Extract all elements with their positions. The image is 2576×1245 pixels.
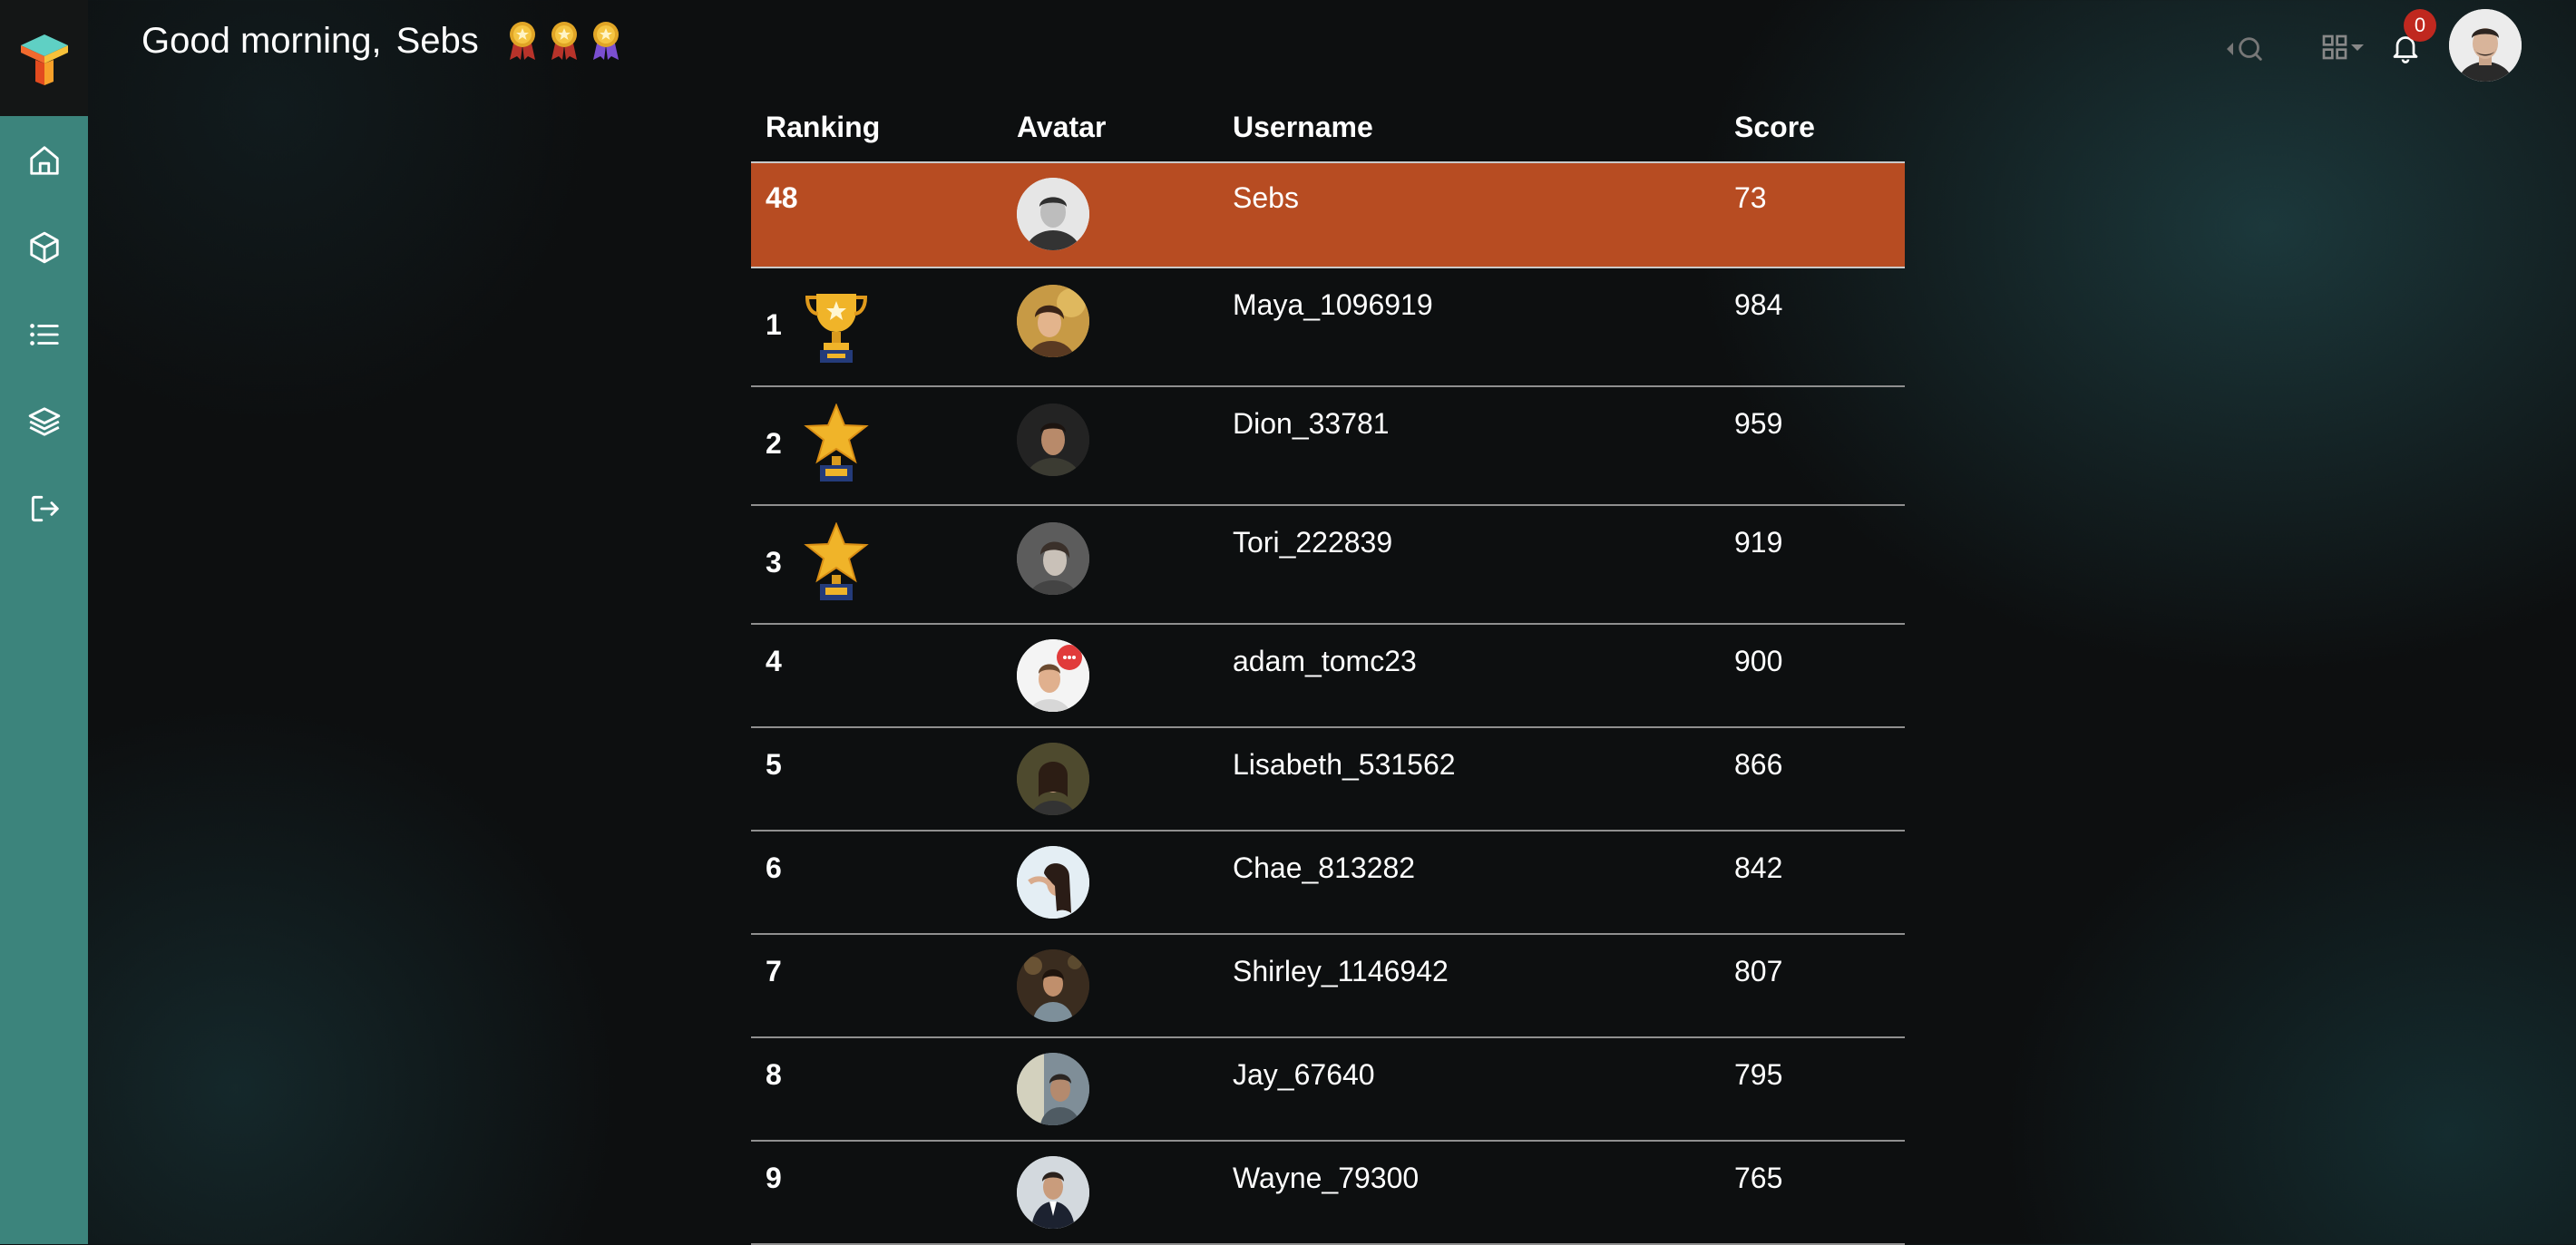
table-row[interactable]: 1 Maya_1096919 984 [751,268,1905,387]
column-header-ranking[interactable]: Ranking [766,111,880,144]
table-row[interactable]: 2 Dion_33781 959 [751,387,1905,506]
score: 959 [1734,407,1783,440]
username: Tori_222839 [1233,526,1393,559]
app-logo[interactable] [0,0,88,116]
username: Jay_67640 [1233,1058,1375,1091]
search-toggle[interactable] [2213,31,2277,67]
column-header-username[interactable]: Username [1233,111,1373,144]
username: Shirley_1146942 [1233,955,1449,987]
leaderboard-table: Ranking Avatar Username Score 48 Sebs 73… [751,94,1905,1245]
score: 984 [1734,288,1783,321]
table-header: Ranking Avatar Username Score [751,94,1905,161]
current-user-row[interactable]: 48 Sebs 73 [751,161,1905,268]
gold-medal-icon [551,22,577,60]
layers-icon [28,407,60,436]
apps-menu-button[interactable] [2311,29,2375,65]
rank-number: 5 [766,748,782,781]
score: 900 [1734,645,1783,677]
table-row[interactable]: 3 Tori_222839 919 [751,506,1905,625]
table-row[interactable]: 7 Shirley_1146942 807 [751,935,1905,1038]
rank-number: 7 [766,955,782,987]
search-icon [2239,37,2262,61]
score: 795 [1734,1058,1783,1091]
table-row[interactable]: 8 Jay_67640 795 [751,1038,1905,1142]
score: 765 [1734,1162,1783,1194]
avatar[interactable] [1017,285,1089,357]
rank-number: 4 [766,645,782,677]
star-trophy-icon [804,522,869,600]
greeting-header: Good morning, Sebs [141,20,624,62]
rank-number: 2 [766,427,782,460]
rank-number: 8 [766,1058,782,1091]
score: 866 [1734,748,1783,781]
username: Lisabeth_531562 [1233,748,1456,781]
greeting-username: Sebs [395,20,479,61]
avatar[interactable] [1017,404,1089,476]
username: Chae_813282 [1233,851,1416,884]
box-icon [29,231,59,264]
avatar[interactable] [1017,949,1089,1022]
score: 73 [1734,181,1767,214]
score: 919 [1734,526,1783,559]
gold-medal-icon [509,22,535,60]
achievement-medals [504,20,624,62]
sidebar-item-home[interactable] [0,128,88,193]
list-icon [29,324,59,345]
username: Wayne_79300 [1233,1162,1420,1194]
chevron-left-icon [2227,43,2233,55]
rank-number: 6 [766,851,782,884]
notification-badge: 0 [2404,9,2436,42]
sidebar-item-products[interactable] [0,215,88,280]
caret-down-icon [2351,44,2364,51]
home-icon [29,146,59,175]
avatar[interactable] [1017,639,1089,712]
greeting-text: Good morning, [141,20,382,61]
username: Dion_33781 [1233,407,1390,440]
avatar[interactable] [1017,1053,1089,1125]
sidebar-item-layers[interactable] [0,389,88,454]
trophy-cup-icon [805,294,868,363]
score: 842 [1734,851,1783,884]
grid-icon [2322,34,2347,60]
score: 807 [1734,955,1783,987]
rank-number: 9 [766,1162,782,1194]
logout-icon [31,495,59,522]
sidebar-item-list[interactable] [0,302,88,367]
star-trophy-icon [804,404,869,481]
avatar[interactable] [1017,846,1089,919]
avatar[interactable] [1017,1156,1089,1229]
username: adam_tomc23 [1233,645,1417,677]
table-row[interactable]: 5 Lisabeth_531562 866 [751,728,1905,832]
sidebar [0,0,88,1244]
table-row[interactable]: 9 Wayne_79300 765 [751,1142,1905,1245]
rank-number: 48 [766,181,798,214]
column-header-avatar[interactable]: Avatar [1017,111,1106,144]
user-avatar[interactable] [2449,9,2522,82]
column-header-score[interactable]: Score [1734,111,1815,144]
sidebar-item-logout[interactable] [0,476,88,541]
username: Sebs [1233,181,1299,214]
avatar[interactable] [1017,522,1089,595]
purple-ribbon-medal-icon [592,22,619,60]
avatar[interactable] [1017,178,1089,250]
rank-number: 3 [766,546,782,579]
table-row[interactable]: 6 Chae_813282 842 [751,832,1905,935]
table-row[interactable]: 4 adam_tomc23 900 [751,625,1905,728]
rank-number: 1 [766,308,782,341]
username: Maya_1096919 [1233,288,1433,321]
avatar[interactable] [1017,743,1089,815]
